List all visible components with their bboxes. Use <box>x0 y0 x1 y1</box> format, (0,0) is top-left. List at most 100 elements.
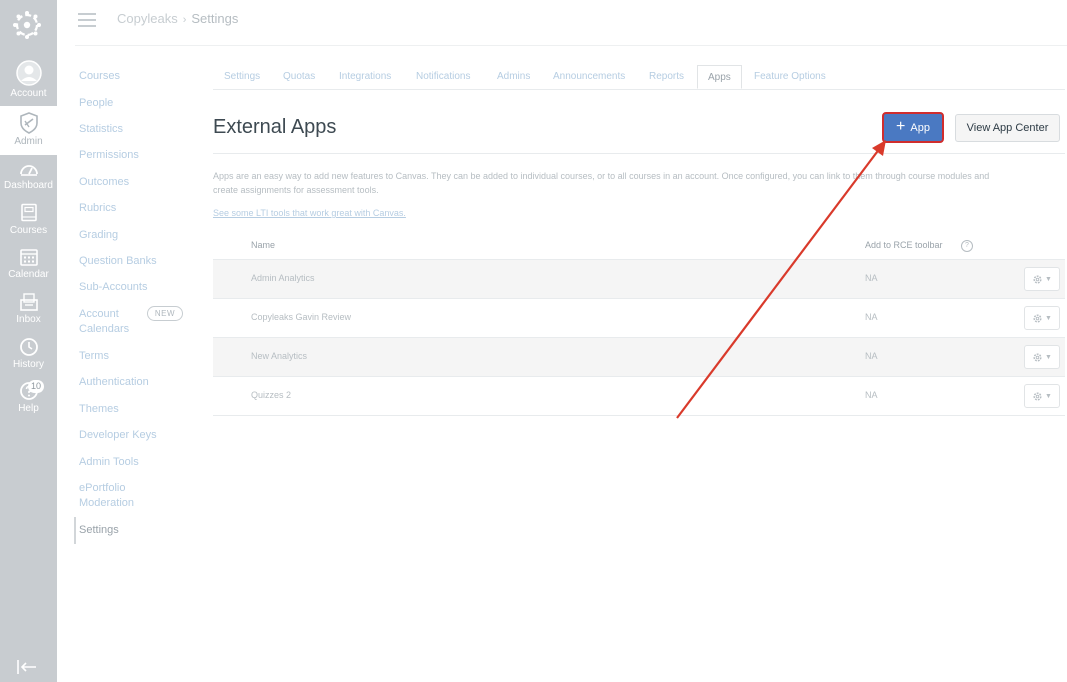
clock-icon <box>19 338 38 356</box>
subnav-eportfolio-moderation-line2[interactable]: Moderation <box>79 496 134 510</box>
help-badge: 10 <box>28 380 44 393</box>
column-header-rce: Add to RCE toolbar <box>865 240 943 250</box>
table-row: New Analytics NA ▼ <box>213 338 1065 377</box>
caret-down-icon: ▼ <box>1045 392 1052 400</box>
gear-icon <box>1033 274 1042 284</box>
gear-icon <box>1033 313 1042 323</box>
table-row: Copyleaks Gavin Review NA ▼ <box>213 299 1065 338</box>
app-rce: NA <box>865 273 878 283</box>
global-nav-calendar[interactable]: Calendar <box>0 247 57 291</box>
table-header: Name Add to RCE toolbar ? <box>213 233 1065 260</box>
app-settings-button[interactable]: ▼ <box>1024 267 1060 291</box>
subnav-outcomes[interactable]: Outcomes <box>79 175 129 189</box>
global-nav-label: Calendar <box>8 269 49 280</box>
global-nav-inbox[interactable]: Inbox <box>0 292 57 336</box>
global-nav-label: Help <box>18 403 39 414</box>
tab-feature-options[interactable]: Feature Options <box>754 65 826 89</box>
title-divider <box>213 153 1065 154</box>
app-rce: NA <box>865 351 878 361</box>
caret-down-icon: ▼ <box>1045 275 1052 283</box>
new-badge: NEW <box>147 306 183 321</box>
tab-notifications[interactable]: Notifications <box>416 65 470 89</box>
app-name: Copyleaks Gavin Review <box>251 312 352 322</box>
calendar-icon <box>19 249 38 266</box>
subnav-eportfolio-moderation[interactable]: ePortfolio <box>79 481 125 495</box>
lti-tools-link[interactable]: See some LTI tools that work great with … <box>213 208 406 218</box>
tab-announcements[interactable]: Announcements <box>553 65 625 89</box>
tab-reports[interactable]: Reports <box>649 65 684 89</box>
subnav-courses[interactable]: Courses <box>79 69 120 83</box>
subnav-people[interactable]: People <box>79 96 113 110</box>
apps-table: Name Add to RCE toolbar ? Admin Analytic… <box>213 233 1065 416</box>
app-rce: NA <box>865 390 878 400</box>
tab-integrations[interactable]: Integrations <box>339 65 391 89</box>
settings-tabs: Settings Quotas Integrations Notificatio… <box>213 65 1065 90</box>
subnav-grading[interactable]: Grading <box>79 228 118 242</box>
app-settings-button[interactable]: ▼ <box>1024 306 1060 330</box>
breadcrumb-current: Settings <box>191 11 239 26</box>
global-nav-label: Dashboard <box>4 180 53 191</box>
global-nav: Account Admin Dashboard Courses Calendar… <box>0 0 57 682</box>
table-row: Quizzes 2 NA ▼ <box>213 377 1065 416</box>
subnav-rubrics[interactable]: Rubrics <box>79 201 116 215</box>
global-nav-dashboard[interactable]: Dashboard <box>0 160 57 204</box>
page-header: Copyleaks › Settings <box>57 0 1067 45</box>
canvas-logo-icon[interactable] <box>11 9 43 41</box>
subnav-permissions[interactable]: Permissions <box>79 148 139 162</box>
add-app-button[interactable]: + App <box>882 112 944 143</box>
gear-icon <box>1033 352 1042 362</box>
tab-apps[interactable]: Apps <box>697 65 742 89</box>
apps-description-line1: Apps are an easy way to add new features… <box>213 171 990 181</box>
subnav-themes[interactable]: Themes <box>79 402 119 416</box>
inbox-icon <box>19 293 38 311</box>
collapse-nav-icon[interactable] <box>16 658 38 676</box>
global-nav-label: History <box>12 359 45 370</box>
global-nav-courses[interactable]: Courses <box>0 203 57 247</box>
global-nav-account[interactable]: Account <box>0 60 57 104</box>
column-header-name[interactable]: Name <box>251 240 275 250</box>
plus-icon: + <box>896 118 906 135</box>
app-settings-button[interactable]: ▼ <box>1024 345 1060 369</box>
tab-admins[interactable]: Admins <box>497 65 530 89</box>
page-title: External Apps <box>213 116 337 138</box>
hamburger-menu-icon[interactable] <box>78 13 96 27</box>
app-name: Admin Analytics <box>251 273 315 283</box>
app-name: Quizzes 2 <box>251 390 292 400</box>
apps-description: Apps are an easy way to add new features… <box>213 169 1065 197</box>
app-rce: NA <box>865 312 878 322</box>
rce-help-icon[interactable]: ? <box>961 240 973 252</box>
subnav-settings[interactable]: Settings <box>79 523 119 537</box>
app-name: New Analytics <box>251 351 308 361</box>
book-icon <box>20 203 37 222</box>
subnav-terms[interactable]: Terms <box>79 349 109 363</box>
gear-icon <box>1033 391 1042 401</box>
breadcrumb-separator-icon: › <box>182 14 187 26</box>
table-row: Admin Analytics NA ▼ <box>213 260 1065 299</box>
avatar-icon <box>15 60 42 86</box>
tab-quotas[interactable]: Quotas <box>283 65 315 89</box>
view-app-center-button[interactable]: View App Center <box>955 114 1060 142</box>
subnav-statistics[interactable]: Statistics <box>79 122 123 136</box>
global-nav-label: Courses <box>9 225 48 236</box>
global-nav-label: Admin <box>14 136 43 147</box>
subnav-account-calendars-line2[interactable]: Calendars <box>79 322 129 336</box>
subnav-admin-tools[interactable]: Admin Tools <box>79 455 139 469</box>
subnav-developer-keys[interactable]: Developer Keys <box>79 428 157 442</box>
dashboard-icon <box>19 165 38 176</box>
global-nav-admin[interactable]: Admin <box>0 106 57 155</box>
global-nav-label: Inbox <box>16 314 41 325</box>
subnav-question-banks[interactable]: Question Banks <box>79 254 157 268</box>
global-nav-label: Account <box>10 88 47 99</box>
subnav-account-calendars[interactable]: Account <box>79 307 119 321</box>
header-divider <box>75 45 1067 46</box>
app-settings-button[interactable]: ▼ <box>1024 384 1060 408</box>
global-nav-history[interactable]: History <box>0 337 57 381</box>
subnav-active-indicator <box>74 517 76 544</box>
shield-icon <box>19 112 38 134</box>
subnav-sub-accounts[interactable]: Sub-Accounts <box>79 280 147 294</box>
subnav-authentication[interactable]: Authentication <box>79 375 149 389</box>
global-nav-help[interactable]: 10 Help <box>0 380 57 425</box>
add-app-label: App <box>910 121 930 134</box>
tab-settings[interactable]: Settings <box>224 65 260 89</box>
breadcrumb-account-link[interactable]: Copyleaks <box>117 11 178 26</box>
